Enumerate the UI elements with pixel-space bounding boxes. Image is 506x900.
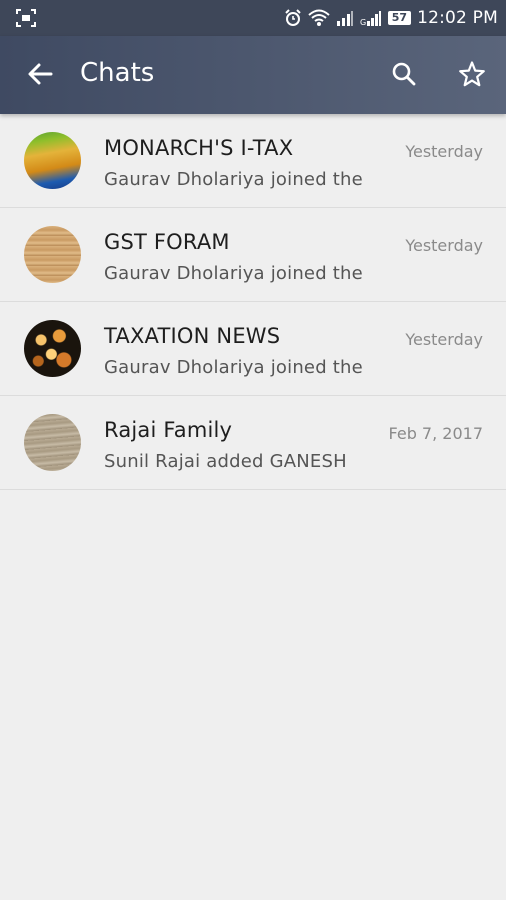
arrow-left-icon — [28, 63, 53, 85]
chat-preview: Gaurav Dholariya joined the — [104, 169, 363, 190]
alarm-icon — [285, 9, 301, 26]
starred-button[interactable] — [454, 56, 490, 92]
clock: 12:02 PM — [417, 8, 498, 28]
avatar — [24, 414, 81, 471]
status-icons: G 57 12:02 PM — [284, 0, 498, 36]
avatar — [24, 132, 81, 189]
search-icon — [392, 62, 416, 86]
wifi-icon — [308, 9, 330, 26]
chat-row[interactable]: TAXATION NEWS Gaurav Dholariya joined th… — [0, 302, 506, 396]
screenshot-icon — [16, 9, 36, 27]
avatar — [24, 320, 81, 377]
chat-time: Yesterday — [405, 142, 483, 161]
signal-icon-secondary: G — [360, 11, 381, 26]
chat-row[interactable]: MONARCH'S I-TAX Gaurav Dholariya joined … — [0, 114, 506, 208]
star-icon — [459, 61, 485, 87]
chat-list: MONARCH'S I-TAX Gaurav Dholariya joined … — [0, 114, 506, 490]
page-title: Chats — [80, 58, 155, 88]
status-bar: G 57 12:02 PM — [0, 0, 506, 36]
signal-icon — [336, 11, 353, 26]
chat-name: TAXATION NEWS — [104, 324, 281, 348]
battery-indicator: 57 — [387, 11, 412, 25]
chat-name: GST FORAM — [104, 230, 230, 254]
chat-time: Yesterday — [405, 236, 483, 255]
chat-preview: Gaurav Dholariya joined the — [104, 263, 363, 284]
chat-preview: Gaurav Dholariya joined the — [104, 357, 363, 378]
chat-name: Rajai Family — [104, 418, 233, 442]
chat-row[interactable]: Rajai Family Sunil Rajai added GANESH Fe… — [0, 396, 506, 490]
chat-row[interactable]: GST FORAM Gaurav Dholariya joined the Ye… — [0, 208, 506, 302]
chat-time: Yesterday — [405, 330, 483, 349]
search-button[interactable] — [386, 56, 422, 92]
chat-name: MONARCH'S I-TAX — [104, 136, 294, 160]
chat-preview: Sunil Rajai added GANESH — [104, 451, 347, 472]
chat-time: Feb 7, 2017 — [388, 424, 483, 443]
svg-text:G: G — [360, 18, 366, 26]
avatar — [24, 226, 81, 283]
back-button[interactable] — [22, 56, 58, 92]
app-toolbar: Chats — [0, 36, 506, 114]
